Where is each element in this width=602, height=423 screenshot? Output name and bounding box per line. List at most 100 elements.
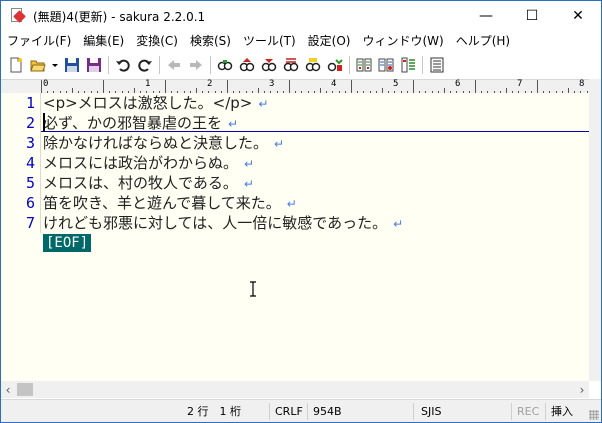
line-number[interactable]: 7 <box>1 213 35 233</box>
status-insert-mode[interactable]: 挿入 <box>551 404 573 419</box>
status-encoding[interactable]: SJIS <box>421 404 441 419</box>
ruler-tick <box>289 80 290 94</box>
dropdown-arrow-icon <box>52 64 58 67</box>
menu-convert[interactable]: 変換(C) <box>130 31 184 52</box>
line-number[interactable]: 6 <box>1 193 35 213</box>
horizontal-scrollbar[interactable]: ‹ › <box>1 381 589 398</box>
redo-icon <box>138 59 152 72</box>
line-number[interactable]: 3 <box>1 133 35 153</box>
text-line[interactable]: けれども邪悪に対しては、人一倍に敏感であった。 ↵ <box>43 213 403 234</box>
line-text: けれども邪悪に対しては、人一倍に敏感であった。 <box>43 214 388 232</box>
grep-button[interactable] <box>375 54 397 76</box>
new-file-button[interactable] <box>5 54 27 76</box>
search-box-icon <box>327 59 343 72</box>
sakura-app-icon[interactable] <box>9 8 26 24</box>
highlight-icon <box>305 58 321 72</box>
ruler-label: 6 <box>455 79 461 89</box>
minimize-icon: — <box>479 8 493 24</box>
line-text: メロスは、村の牧人である。 <box>43 174 238 192</box>
line-text: 笛を吹き、羊と遊んで暮して来た。 <box>43 194 281 212</box>
minimize-button[interactable]: — <box>463 1 509 31</box>
replace-button[interactable] <box>280 54 302 76</box>
menu-tools[interactable]: ツール(T) <box>237 31 302 52</box>
toolbar-separator <box>159 56 160 74</box>
ruler-ticks: 0 1 2 3 4 5 6 7 8 <box>41 79 589 94</box>
scroll-left-button[interactable]: ‹ <box>1 381 15 398</box>
ruler-tick <box>165 80 166 94</box>
line-text: 除かなければならぬと決意した。 <box>43 134 269 152</box>
ruler-label: 2 <box>207 79 213 89</box>
undo-icon <box>116 59 130 72</box>
text-line[interactable]: メロスは、村の牧人である。 ↵ <box>43 173 254 194</box>
ruler-tick <box>227 80 228 94</box>
return-mark-icon: ↵ <box>258 97 269 111</box>
menu-window[interactable]: ウィンドウ(W) <box>356 31 449 52</box>
compare-icon <box>356 58 372 72</box>
status-line-ending[interactable]: CRLF <box>275 404 303 419</box>
app-window: (無題)4(更新) - sakura 2.2.0.1 — ☐ ✕ ファイル(F)… <box>0 0 602 423</box>
line-text: メロスには政治がわからぬ。 <box>43 154 239 172</box>
ruler-label: 5 <box>393 79 399 89</box>
open-file-button[interactable] <box>27 54 49 76</box>
status-rec[interactable]: REC <box>517 404 539 419</box>
toolbar <box>1 52 601 78</box>
save-all-button[interactable] <box>83 54 105 76</box>
new-file-icon <box>10 57 22 73</box>
line-number[interactable]: 1 <box>1 93 35 113</box>
ruler-gutter <box>1 80 41 94</box>
title-bar[interactable]: (無題)4(更新) - sakura 2.2.0.1 — ☐ ✕ <box>1 1 601 31</box>
eof-marker: [EOF] <box>43 234 92 252</box>
highlight-button[interactable] <box>302 54 324 76</box>
line-number[interactable]: 2 <box>1 113 35 133</box>
menu-search[interactable]: 検索(S) <box>184 31 237 52</box>
menu-help[interactable]: ヘルプ(H) <box>450 31 516 52</box>
line-number[interactable]: 4 <box>1 153 35 173</box>
text-line[interactable]: 除かなければならぬと決意した。 ↵ <box>43 133 284 154</box>
return-mark-icon: ↵ <box>244 157 255 171</box>
ruler-tick <box>41 80 42 94</box>
maximize-button[interactable]: ☐ <box>509 1 555 31</box>
replace-icon <box>283 58 299 72</box>
maximize-icon: ☐ <box>525 8 539 24</box>
text-line[interactable]: メロスには政治がわからぬ。 ↵ <box>43 153 254 174</box>
search-next-button[interactable] <box>258 54 280 76</box>
status-bar: 2 行 1 桁 CRLF 954B SJIS REC 挿入 <box>1 399 601 422</box>
ruler-label: 1 <box>145 79 151 89</box>
status-separator <box>545 403 546 420</box>
ruler-tick <box>537 80 538 94</box>
outline-icon <box>401 57 415 73</box>
search-button[interactable] <box>214 54 236 76</box>
line-text: 必ず、かの邪智暴虐の王を <box>43 114 222 132</box>
jump-back-button[interactable] <box>163 54 185 76</box>
vertical-scrollbar[interactable] <box>589 79 601 381</box>
status-separator <box>307 403 308 420</box>
status-char-code: 954B <box>313 405 342 418</box>
menu-edit[interactable]: 編集(E) <box>77 31 130 52</box>
grep-icon <box>378 58 394 72</box>
print-button[interactable] <box>426 54 448 76</box>
line-text: <p>メロスは激怒した。</p> <box>43 94 253 112</box>
save-button[interactable] <box>61 54 83 76</box>
search-next-icon <box>261 59 277 72</box>
search-prev-button[interactable] <box>236 54 258 76</box>
save-all-icon <box>87 58 101 72</box>
line-number[interactable]: 5 <box>1 173 35 193</box>
outline-button[interactable] <box>397 54 419 76</box>
menu-settings[interactable]: 設定(O) <box>302 31 357 52</box>
scroll-right-button[interactable]: › <box>575 381 589 398</box>
search-box-button[interactable] <box>324 54 346 76</box>
editor-area[interactable]: 1 2 3 4 5 6 7 <p>メロスは激怒した。</p> ↵ 必ず、かの邪智暴… <box>1 93 589 381</box>
menu-file[interactable]: ファイル(F) <box>1 31 77 52</box>
undo-button[interactable] <box>112 54 134 76</box>
open-dropdown-button[interactable] <box>49 54 61 76</box>
compare-button[interactable] <box>353 54 375 76</box>
redo-button[interactable] <box>134 54 156 76</box>
resize-grip[interactable] <box>589 410 599 420</box>
text-line[interactable]: 笛を吹き、羊と遊んで暮して来た。 ↵ <box>43 193 297 214</box>
window-title: (無題)4(更新) - sakura 2.2.0.1 <box>33 9 206 24</box>
text-line[interactable]: <p>メロスは激怒した。</p> ↵ <box>43 93 268 114</box>
jump-forward-button[interactable] <box>185 54 207 76</box>
ibeam-cursor-icon <box>250 281 256 297</box>
close-button[interactable]: ✕ <box>555 1 601 31</box>
horizontal-scroll-thumb[interactable] <box>17 383 33 396</box>
